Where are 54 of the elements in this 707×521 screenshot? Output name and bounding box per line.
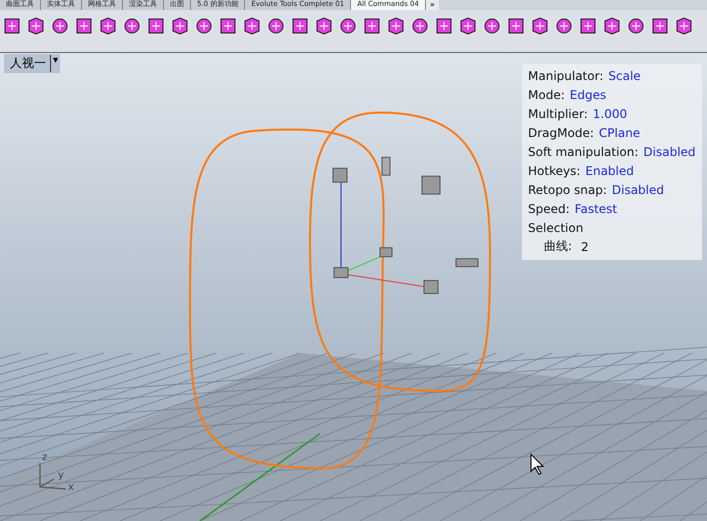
tool-icon[interactable] <box>554 16 574 36</box>
tool-icon[interactable] <box>434 16 454 36</box>
info-label: Multiplier: <box>528 106 588 120</box>
tool-icon[interactable] <box>626 16 646 36</box>
viewport-title-dropdown[interactable]: 人视一 ▾ <box>4 54 60 73</box>
tab-overflow-button[interactable]: » <box>426 0 439 10</box>
info-value: Enabled <box>585 164 634 178</box>
info-value: 1.000 <box>592 106 628 120</box>
info-value: CPlane <box>598 126 640 140</box>
tool-icon[interactable] <box>530 16 550 36</box>
tool-icon[interactable] <box>194 16 214 36</box>
axis-label: x <box>68 483 74 493</box>
tool-icon[interactable] <box>482 16 502 36</box>
tool-icon[interactable] <box>602 16 622 36</box>
tool-icon[interactable] <box>362 16 382 36</box>
tool-icon[interactable] <box>242 16 262 36</box>
info-label: Mode: <box>528 88 565 102</box>
info-value: Disabled <box>612 182 664 196</box>
info-label: DragMode: <box>528 126 594 140</box>
mouse-cursor-icon <box>530 453 544 475</box>
info-value: 2 <box>580 240 589 254</box>
tool-icon[interactable] <box>290 16 310 36</box>
tool-icon[interactable] <box>146 16 166 36</box>
tool-icon[interactable] <box>578 16 598 36</box>
info-label: Speed: <box>528 202 570 216</box>
info-label: Retopo snap: <box>528 182 607 196</box>
tool-icon[interactable] <box>170 16 190 36</box>
info-value: Scale <box>608 68 641 82</box>
info-label: 曲线: <box>544 238 572 255</box>
info-label: Soft manipulation: <box>528 144 638 158</box>
tool-icon[interactable] <box>218 16 238 36</box>
tool-icon[interactable] <box>50 16 70 36</box>
axis-label: z <box>42 453 48 463</box>
tool-icon[interactable] <box>410 16 430 36</box>
tool-icon[interactable] <box>74 16 94 36</box>
info-value: Fastest <box>574 202 618 216</box>
tool-icon[interactable] <box>458 16 478 36</box>
tool-icon[interactable] <box>2 16 22 36</box>
tool-icon[interactable] <box>314 16 334 36</box>
info-label: Selection <box>528 220 584 234</box>
tool-icon[interactable] <box>506 16 526 36</box>
tool-icon[interactable] <box>266 16 286 36</box>
tool-icon[interactable] <box>386 16 406 36</box>
tool-icon[interactable] <box>98 16 118 36</box>
axis-label: y <box>58 471 64 481</box>
tool-icon[interactable] <box>674 16 694 36</box>
info-value: Edges <box>570 88 606 102</box>
info-label: Manipulator: <box>528 68 604 82</box>
info-label: Hotkeys: <box>528 164 580 178</box>
tool-icon[interactable] <box>122 16 142 36</box>
info-value: Disabled <box>643 144 696 158</box>
tool-icon[interactable] <box>650 16 670 36</box>
tool-icon[interactable] <box>26 16 46 36</box>
tool-icon[interactable] <box>338 16 358 36</box>
